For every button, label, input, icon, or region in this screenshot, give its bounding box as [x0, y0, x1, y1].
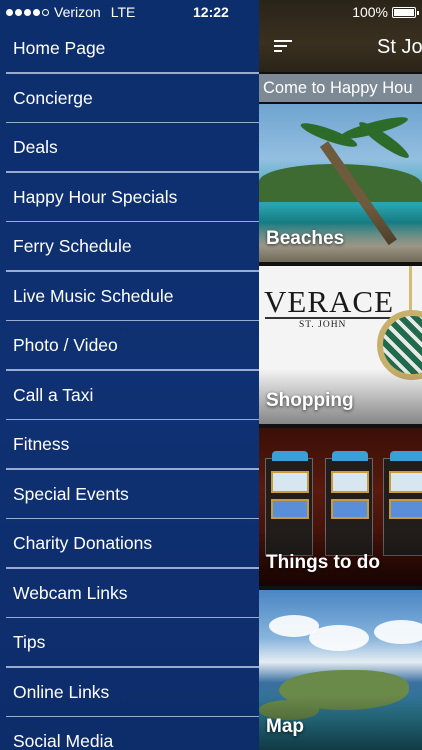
menu-item-label: Social Media — [13, 731, 114, 750]
menu-item-call-a-taxi[interactable]: Call a Taxi — [0, 371, 259, 421]
menu-item-deals[interactable]: Deals — [0, 123, 259, 173]
menu-toggle-icon[interactable] — [274, 40, 292, 54]
brand-logo: VERACE — [264, 284, 394, 319]
network-type: LTE — [110, 4, 136, 20]
brand-subtitle: ST. JOHN — [299, 320, 347, 330]
menu-item-label: Deals — [13, 137, 58, 158]
menu-item-label: Fitness — [13, 434, 70, 455]
tile-map[interactable]: Map — [259, 590, 422, 750]
main-content: 100% St Jo Come to Happy Hou Beaches VER… — [259, 0, 422, 750]
status-bar-left: Verizon LTE — [6, 0, 135, 24]
tile-things-to-do[interactable]: Things to do — [259, 428, 422, 586]
menu-item-concierge[interactable]: Concierge — [0, 74, 259, 124]
menu-item-webcam-links[interactable]: Webcam Links — [0, 569, 259, 619]
menu-item-live-music-schedule[interactable]: Live Music Schedule — [0, 272, 259, 322]
menu-item-happy-hour-specials[interactable]: Happy Hour Specials — [0, 173, 259, 223]
menu-item-label: Call a Taxi — [13, 384, 94, 405]
menu-item-label: Tips — [13, 632, 46, 653]
menu-item-photo-video[interactable]: Photo / Video — [0, 321, 259, 371]
menu-item-label: Special Events — [13, 483, 129, 504]
menu-item-label: Home Page — [13, 38, 106, 59]
tile-beaches[interactable]: Beaches — [259, 104, 422, 262]
menu-item-label: Online Links — [13, 681, 110, 702]
nav-drawer: Verizon LTE 12:22 Home Page Concierge De… — [0, 0, 259, 750]
tile-shopping[interactable]: VERACE ST. JOHN Shopping — [259, 266, 422, 424]
status-bar-right: 100% — [352, 0, 419, 24]
carrier-name: Verizon — [54, 4, 101, 20]
menu-item-charity-donations[interactable]: Charity Donations — [0, 519, 259, 569]
menu-item-social-media[interactable]: Social Media — [0, 717, 259, 750]
top-bar: 100% St Jo — [259, 0, 422, 72]
menu-item-label: Charity Donations — [13, 533, 153, 554]
announcement-marquee[interactable]: Come to Happy Hou — [259, 74, 422, 102]
menu-item-label: Photo / Video — [13, 335, 118, 356]
menu-item-online-links[interactable]: Online Links — [0, 668, 259, 718]
menu-item-home-page[interactable]: Home Page — [0, 24, 259, 74]
menu-item-fitness[interactable]: Fitness — [0, 420, 259, 470]
menu-item-special-events[interactable]: Special Events — [0, 470, 259, 520]
menu-item-label: Webcam Links — [13, 582, 128, 603]
menu-item-ferry-schedule[interactable]: Ferry Schedule — [0, 222, 259, 272]
menu-item-label: Happy Hour Specials — [13, 186, 178, 207]
status-time: 12:22 — [193, 4, 229, 20]
menu-item-label: Ferry Schedule — [13, 236, 132, 257]
menu-item-tips[interactable]: Tips — [0, 618, 259, 668]
menu-item-label: Concierge — [13, 87, 93, 108]
drawer-menu: Home Page Concierge Deals Happy Hour Spe… — [0, 24, 259, 750]
battery-icon — [392, 6, 419, 18]
menu-item-label: Live Music Schedule — [13, 285, 174, 306]
tile-label: Beaches — [266, 228, 345, 249]
tile-label: Things to do — [266, 552, 380, 573]
page-title: St Jo — [377, 36, 422, 58]
battery-percent: 100% — [352, 4, 388, 20]
tile-label: Map — [266, 716, 304, 737]
signal-strength-icon — [6, 8, 49, 16]
tile-label: Shopping — [266, 390, 354, 411]
